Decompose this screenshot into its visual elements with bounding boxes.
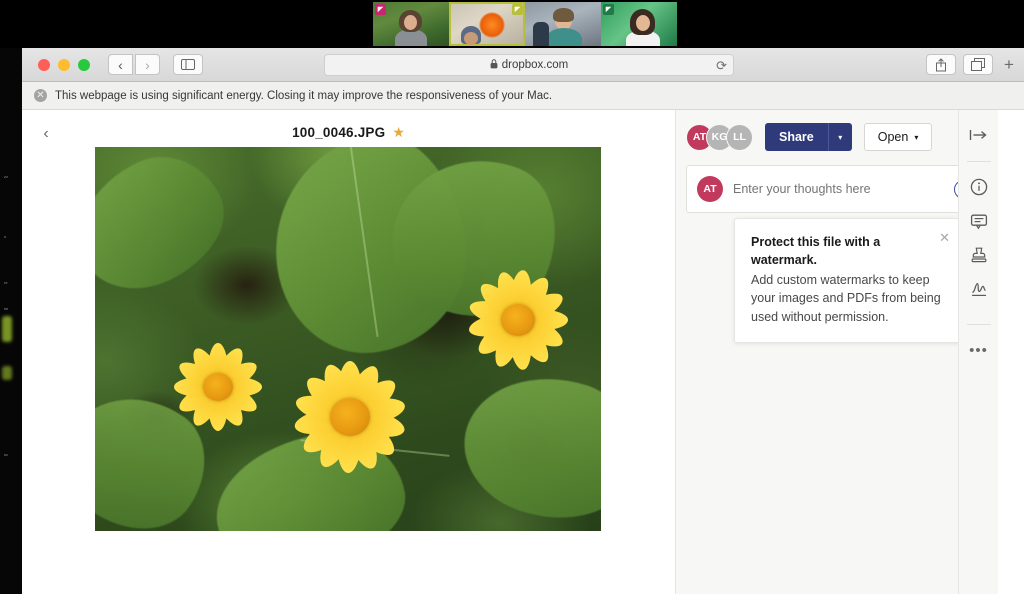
- collapse-panel-icon[interactable]: [966, 122, 992, 148]
- open-button[interactable]: Open ▾: [864, 123, 933, 151]
- flower-photo: [95, 147, 601, 531]
- file-title-group: 100_0046.JPG ★: [22, 124, 675, 141]
- page-content: ‹ 100_0046.JPG ★: [22, 110, 1024, 594]
- browser-window: ‹ › dropbox.com ⟳ +: [22, 48, 1024, 594]
- more-options-icon[interactable]: •••: [966, 337, 992, 363]
- nav-buttons[interactable]: ‹ ›: [108, 54, 160, 75]
- app-badge-icon: [375, 4, 386, 15]
- photo-viewer[interactable]: [95, 147, 601, 531]
- video-tile-participant-3[interactable]: [525, 2, 601, 46]
- comment-icon[interactable]: [966, 208, 992, 234]
- share-icon[interactable]: [926, 54, 956, 75]
- chevron-down-icon[interactable]: ▾: [828, 123, 852, 151]
- maximize-window-button[interactable]: [78, 59, 90, 71]
- address-bar-url: dropbox.com: [502, 59, 568, 71]
- video-call-strip: [373, 2, 678, 46]
- energy-notice-bar: ✕ This webpage is using significant ener…: [22, 82, 1024, 110]
- energy-notice-text: This webpage is using significant energy…: [55, 90, 552, 102]
- new-tab-button[interactable]: +: [1000, 55, 1018, 75]
- tooltip-body: Add custom watermarks to keep your image…: [751, 271, 945, 325]
- minimize-window-button[interactable]: [58, 59, 70, 71]
- toolbar-right-group: +: [926, 54, 1018, 75]
- close-window-button[interactable]: [38, 59, 50, 71]
- video-tile-participant-1[interactable]: [373, 2, 449, 46]
- avatar[interactable]: LL: [726, 124, 753, 151]
- file-preview-pane: ‹ 100_0046.JPG ★: [22, 110, 675, 594]
- video-tile-participant-2[interactable]: [449, 2, 525, 46]
- app-badge-icon: [603, 4, 614, 15]
- share-button[interactable]: Share: [765, 123, 828, 151]
- browser-titlebar: ‹ › dropbox.com ⟳ +: [22, 48, 1024, 82]
- watermark-promo-tooltip: ✕ Protect this file with a watermark. Ad…: [734, 218, 962, 343]
- share-button-group[interactable]: Share ▾: [765, 123, 852, 151]
- offscreen-left-edge: zz o re se sc: [0, 48, 22, 594]
- screenshot-root: ‹ › dropbox.com ⟳ +: [0, 0, 1024, 594]
- page-title: 100_0046.JPG: [292, 125, 385, 140]
- sidebar-toggle-icon[interactable]: [173, 54, 203, 75]
- tooltip-title: Protect this file with a watermark.: [751, 233, 945, 269]
- comment-input[interactable]: [733, 182, 954, 196]
- window-controls[interactable]: [38, 59, 90, 71]
- divider: [967, 324, 991, 325]
- reload-icon[interactable]: ⟳: [716, 58, 727, 74]
- back-button[interactable]: ‹: [108, 54, 133, 75]
- forward-button[interactable]: ›: [135, 54, 160, 75]
- tab-overview-icon[interactable]: [963, 54, 993, 75]
- address-bar[interactable]: dropbox.com ⟳: [324, 54, 734, 76]
- comment-composer[interactable]: AT: [686, 165, 986, 213]
- open-button-label: Open: [878, 130, 909, 144]
- watermark-stamp-icon[interactable]: [966, 242, 992, 268]
- chevron-down-icon: ▾: [914, 133, 918, 142]
- close-icon[interactable]: ✕: [34, 89, 47, 102]
- divider: [967, 161, 991, 162]
- collaborator-avatars[interactable]: AT KG LL: [686, 124, 753, 151]
- close-icon[interactable]: ✕: [939, 230, 950, 246]
- star-icon[interactable]: ★: [392, 124, 405, 141]
- avatar: AT: [697, 176, 723, 202]
- app-badge-icon: [512, 4, 523, 15]
- sidebar-icon-rail: •••: [958, 110, 998, 594]
- sidebar-header: AT KG LL Share ▾ Open ▾: [676, 110, 998, 151]
- info-icon[interactable]: [966, 174, 992, 200]
- lock-icon: [490, 59, 498, 71]
- file-details-sidebar: AT KG LL Share ▾ Open ▾: [675, 110, 998, 594]
- video-tile-participant-4[interactable]: [601, 2, 677, 46]
- signature-icon[interactable]: [966, 276, 992, 302]
